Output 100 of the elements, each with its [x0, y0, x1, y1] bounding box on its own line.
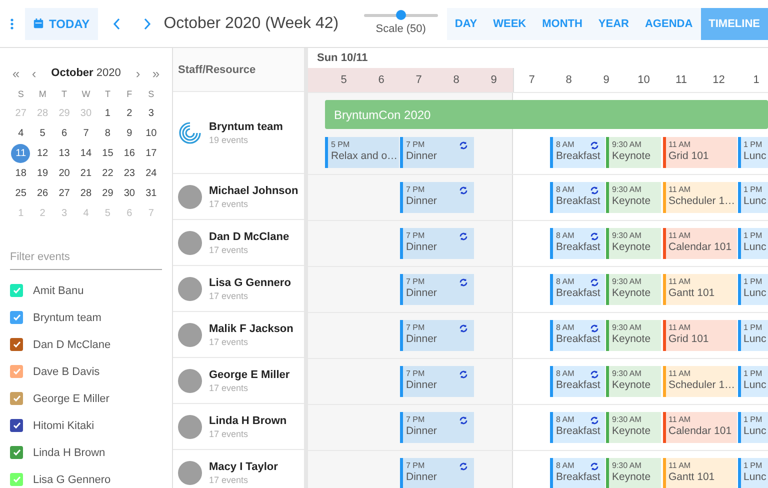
- event-block[interactable]: 7 PM Dinner: [400, 458, 474, 488]
- event-block[interactable]: 7 PM Dinner: [400, 320, 474, 351]
- calendar-day[interactable]: 10: [142, 124, 161, 143]
- calendar-day[interactable]: 19: [33, 164, 52, 183]
- event-time: 9:30 AM: [612, 369, 642, 378]
- event-block[interactable]: 7 PM Dinner: [400, 228, 474, 259]
- calendar-day[interactable]: 2: [120, 104, 139, 123]
- checkmark-icon: [12, 314, 20, 321]
- calendar-day[interactable]: 28: [76, 184, 96, 203]
- calendar-day[interactable]: 30: [120, 184, 139, 203]
- event-block[interactable]: 11 AM Gantt 101: [662, 458, 736, 488]
- event-block[interactable]: 8 AM Breakfast: [550, 182, 605, 213]
- calendar-day[interactable]: 26: [33, 184, 52, 203]
- resource-name: Hitomi Kitaki: [33, 420, 94, 432]
- calendar-day[interactable]: 25: [11, 184, 30, 203]
- event-block[interactable]: 11 AM Gantt 101: [662, 274, 736, 305]
- event-block[interactable]: 1 PM Lunc: [738, 274, 768, 305]
- calendar-day[interactable]: 5: [33, 124, 52, 143]
- event-time: 11 AM: [668, 185, 691, 194]
- event-title: Breakfast: [556, 425, 600, 437]
- calendar-day[interactable]: 4: [11, 124, 30, 143]
- previous-month-link[interactable]: ‹: [28, 66, 40, 80]
- previous-year-link[interactable]: «: [10, 66, 22, 80]
- event-block[interactable]: 9:30 AM Keynote: [606, 137, 661, 168]
- calendar-day[interactable]: 29: [98, 184, 118, 203]
- resource-checkbox[interactable]: [10, 419, 23, 432]
- hour-label: 7: [400, 68, 438, 92]
- calendar-day[interactable]: 17: [142, 144, 161, 163]
- event-block[interactable]: 11 AM Grid 101: [662, 137, 736, 168]
- calendar-day[interactable]: 12: [33, 144, 52, 163]
- calendar-day[interactable]: 24: [142, 164, 161, 183]
- event-block[interactable]: 9:30 AM Keynote: [606, 274, 661, 305]
- event-block[interactable]: 9:30 AM Keynote: [606, 366, 661, 397]
- event-block[interactable]: 9:30 AM Keynote: [606, 412, 661, 443]
- event-block[interactable]: 1 PM Lunc: [738, 320, 768, 351]
- event-block[interactable]: 8 AM Breakfast: [550, 320, 605, 351]
- calendar-day[interactable]: 13: [54, 144, 74, 163]
- calendar-day[interactable]: 23: [120, 164, 139, 183]
- calendar-day[interactable]: 18: [11, 164, 30, 183]
- calendar-day[interactable]: 11: [11, 144, 30, 163]
- event-block[interactable]: 1 PM Lunc: [738, 182, 768, 213]
- calendar-day[interactable]: 8: [98, 124, 118, 143]
- calendar-day[interactable]: 20: [54, 164, 74, 183]
- calendar-day[interactable]: 27: [54, 184, 74, 203]
- event-block[interactable]: 8 AM Breakfast: [550, 137, 605, 168]
- event-block[interactable]: 11 AM Calendar 101: [662, 412, 736, 443]
- event-time: 8 AM: [556, 461, 574, 470]
- event-block[interactable]: 9:30 AM Keynote: [606, 228, 661, 259]
- event-block[interactable]: 8 AM Breakfast: [550, 412, 605, 443]
- event-time: 9:30 AM: [612, 415, 642, 424]
- event-block[interactable]: 11 AM Grid 101: [662, 320, 736, 351]
- calendar-day[interactable]: 1: [98, 104, 118, 123]
- event-block[interactable]: 9:30 AM Keynote: [606, 320, 661, 351]
- event-block[interactable]: 11 AM Scheduler 1…: [662, 366, 736, 397]
- event-block[interactable]: 11 AM Calendar 101: [662, 228, 736, 259]
- calendar-day[interactable]: 21: [76, 164, 96, 183]
- resource-name: Lisa G Gennero: [33, 474, 111, 486]
- event-block[interactable]: 7 PM Dinner: [400, 412, 474, 443]
- next-month-link[interactable]: ›: [132, 66, 144, 80]
- event-block[interactable]: 1 PM Lunc: [738, 366, 768, 397]
- event-block[interactable]: 1 PM Lunc: [738, 412, 768, 443]
- event-block[interactable]: 9:30 AM Keynote: [606, 458, 661, 488]
- calendar-day[interactable]: 22: [98, 164, 118, 183]
- filter-field[interactable]: Filter events: [10, 245, 162, 270]
- calendar-day[interactable]: 31: [142, 184, 161, 203]
- resource-checkbox[interactable]: [10, 446, 23, 459]
- calendar-day[interactable]: 15: [98, 144, 118, 163]
- calendar-day[interactable]: 3: [142, 104, 161, 123]
- event-block[interactable]: 8 AM Breakfast: [550, 458, 605, 488]
- event-block[interactable]: 11 AM Scheduler 1…: [662, 182, 736, 213]
- event-block[interactable]: 1 PM Lunc: [738, 137, 768, 168]
- month-label: October: [51, 67, 94, 79]
- date-range-title: October 2020 (Week 42): [164, 14, 339, 32]
- event-block[interactable]: 7 PM Dinner: [400, 274, 474, 305]
- resource-checkbox[interactable]: [10, 311, 23, 324]
- calendar-day[interactable]: 14: [76, 144, 96, 163]
- event-block[interactable]: 8 AM Breakfast: [550, 228, 605, 259]
- event-block[interactable]: 8 AM Breakfast: [550, 366, 605, 397]
- event-block[interactable]: 1 PM Lunc: [738, 458, 768, 488]
- event-block[interactable]: 7 PM Dinner: [400, 366, 474, 397]
- event-time: 7 PM: [406, 369, 425, 378]
- resource-checkbox[interactable]: [10, 338, 23, 351]
- event-block[interactable]: 1 PM Lunc: [738, 228, 768, 259]
- event-time: 9:30 AM: [612, 185, 642, 194]
- resource-checkbox[interactable]: [10, 392, 23, 405]
- event-block[interactable]: 5 PM Relax and o…: [325, 137, 399, 168]
- event-time: 7 PM: [406, 185, 425, 194]
- calendar-day[interactable]: 16: [120, 144, 139, 163]
- event-block[interactable]: 8 AM Breakfast: [550, 274, 605, 305]
- calendar-day[interactable]: 9: [120, 124, 139, 143]
- event-block[interactable]: 9:30 AM Keynote: [606, 182, 661, 213]
- calendar-day[interactable]: 6: [54, 124, 74, 143]
- next-year-link[interactable]: »: [150, 66, 162, 80]
- calendar-day[interactable]: 7: [76, 124, 96, 143]
- event-title: Dinner: [406, 425, 437, 437]
- recurring-icon: [590, 416, 599, 425]
- event-block[interactable]: 7 PM Dinner: [400, 137, 474, 168]
- event-block[interactable]: 7 PM Dinner: [400, 182, 474, 213]
- menu-icon[interactable]: [10, 18, 14, 30]
- resource-checkbox[interactable]: [10, 365, 23, 378]
